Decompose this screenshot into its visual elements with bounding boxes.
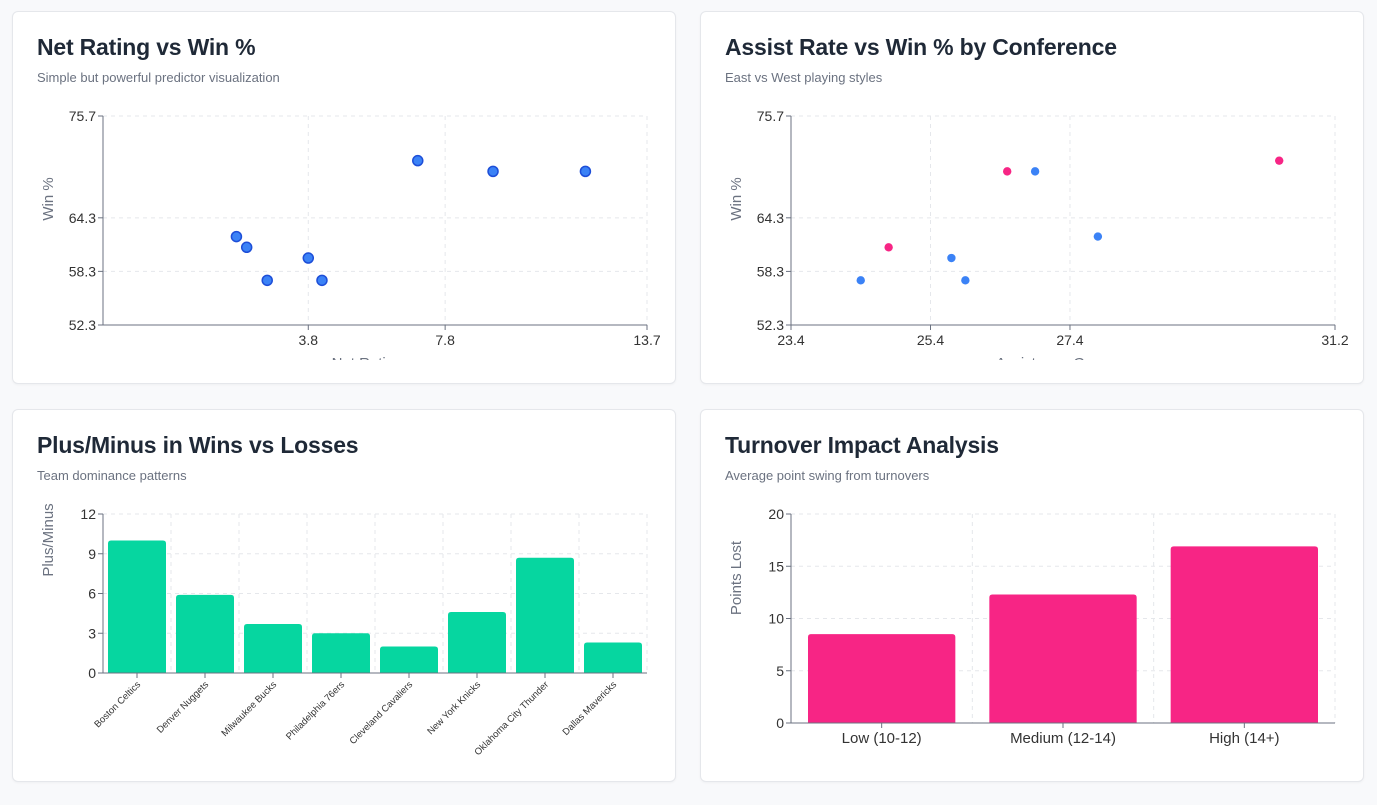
data-point (947, 253, 956, 263)
net-rating-scatter-chart: 75.7 64.3 58.3 52.3 3.8 7.8 13.7 Net Rating Win … (40, 108, 661, 372)
chart-card-plus-minus: Plus/Minus in Wins vs Losses Team domina… (12, 409, 676, 782)
y-tick-label: 0 (776, 715, 784, 731)
y-axis-title: Points Lost (728, 540, 745, 615)
y-axis-title: Win % (728, 177, 745, 220)
y-axis-title: Plus/Minus (40, 503, 57, 576)
x-tick-label: Low (10-12) (842, 730, 922, 747)
data-point (412, 154, 424, 167)
data-point (240, 241, 253, 254)
x-tick-label: 13.7 (633, 332, 660, 348)
y-tick-label: 5 (776, 663, 784, 679)
y-tick-label: 0 (88, 665, 96, 681)
data-point (1003, 167, 1012, 176)
x-tick-label: New York Knicks (425, 679, 483, 737)
y-tick-label: 15 (768, 558, 784, 574)
bar (808, 634, 956, 723)
x-tick-label: Milwaukee Bucks (219, 679, 279, 739)
y-tick-label: 75.7 (757, 108, 784, 124)
x-axis-title: Net Rating (332, 355, 403, 372)
bar (516, 557, 574, 673)
y-tick-label: 64.3 (69, 210, 96, 226)
x-tick-label: Boston Celtics (92, 679, 143, 730)
bar (108, 540, 166, 673)
data-point (487, 165, 499, 178)
data-point (1275, 156, 1284, 165)
data-point (1030, 167, 1040, 176)
x-tick-label: High (14+) (1209, 730, 1279, 747)
x-tick-label: 25.4 (917, 332, 944, 348)
y-tick-label: 52.3 (757, 317, 784, 333)
y-tick-label: 52.3 (69, 317, 96, 333)
data-point (302, 252, 315, 264)
data-point (884, 243, 893, 252)
x-axis-title: Assists per Game (996, 355, 1114, 372)
data-point (579, 165, 592, 178)
bar (244, 623, 302, 673)
y-tick-label: 12 (80, 506, 96, 522)
x-tick-label: 31.2 (1321, 332, 1348, 348)
x-tick-label: Oklahoma City Thunder (473, 679, 552, 758)
plus-minus-bar-chart: 12 9 6 3 0Boston Celtics Denver Nuggets Milwau… (40, 503, 648, 758)
data-point (230, 230, 243, 243)
chart-card-assist-rate: Assist Rate vs Win % by Conference East … (700, 11, 1364, 384)
y-axis-title: Win % (40, 177, 57, 220)
y-tick-label: 75.7 (69, 108, 96, 124)
y-tick-label: 58.3 (69, 263, 96, 279)
x-tick-label: 23.4 (777, 332, 804, 348)
bar (312, 633, 370, 673)
data-point (856, 276, 865, 285)
y-tick-label: 10 (768, 611, 784, 627)
bar (1170, 546, 1318, 723)
data-point (316, 274, 328, 287)
y-tick-label: 3 (88, 625, 96, 641)
y-tick-label: 64.3 (757, 210, 784, 226)
turnover-impact-bar-chart: 20 15 10 5 0 Low (10-12) Medium (12-14) High (1… (728, 506, 1336, 747)
bar (584, 642, 642, 673)
assist-rate-scatter-chart: 75.7 64.3 58.3 52.323.4 25.4 27.4 31.2 Assists … (728, 108, 1349, 372)
chart-card-net-rating: Net Rating vs Win % Simple but powerful … (12, 11, 676, 384)
bar (176, 594, 234, 673)
x-tick-label: 3.8 (299, 332, 319, 348)
bar (989, 594, 1137, 723)
x-tick-label: 27.4 (1056, 332, 1083, 348)
x-tick-label: Philadelphia 76ers (284, 679, 347, 742)
y-tick-label: 6 (88, 586, 96, 602)
y-tick-label: 58.3 (757, 263, 784, 279)
y-tick-label: 9 (88, 546, 96, 562)
data-point (961, 276, 970, 285)
bar (448, 612, 506, 673)
data-point (261, 274, 273, 287)
x-tick-label: Denver Nuggets (155, 679, 211, 735)
bar (380, 646, 438, 673)
x-tick-label: 7.8 (435, 332, 455, 348)
chart-card-turnover-impact: Turnover Impact Analysis Average point s… (700, 409, 1364, 782)
x-tick-label: Cleveland Cavaliers (348, 679, 416, 747)
x-tick-label: Medium (12-14) (1010, 730, 1116, 747)
data-point (1093, 232, 1103, 241)
x-tick-label: Dallas Mavericks (561, 679, 620, 738)
y-tick-label: 20 (768, 506, 784, 522)
